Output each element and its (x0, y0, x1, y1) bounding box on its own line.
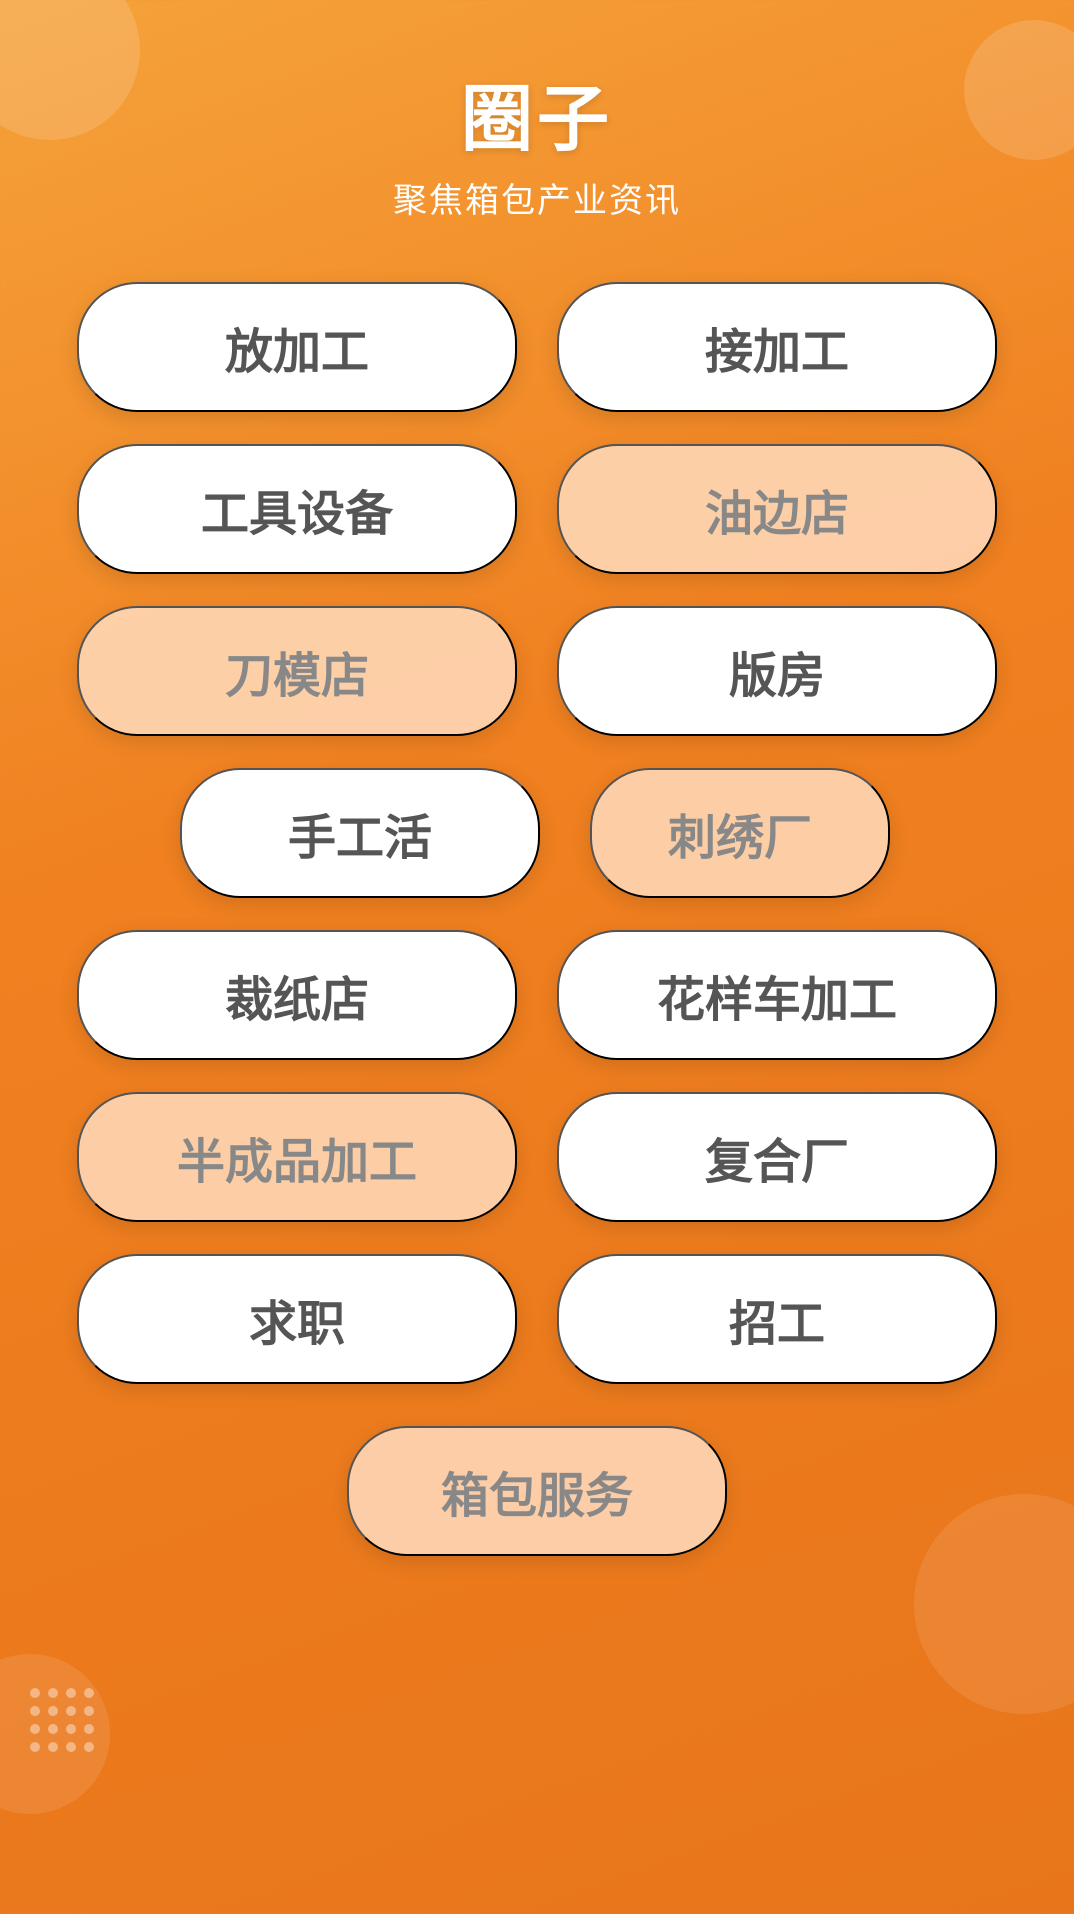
btn-cai-zhi-dian[interactable]: 裁纸店 (77, 930, 517, 1060)
header: 圈子 聚焦箱包产业资讯 (0, 0, 1074, 262)
btn-xiang-bao-fu-wu[interactable]: 箱包服务 (347, 1426, 727, 1556)
btn-ci-xiu-chang[interactable]: 刺绣厂 (590, 768, 890, 898)
btn-gong-ju-she-bei[interactable]: 工具设备 (77, 444, 517, 574)
button-row-4: 手工活 刺绣厂 (60, 768, 1014, 898)
deco-dots (30, 1688, 96, 1754)
button-row-8: 箱包服务 (60, 1426, 1014, 1556)
btn-qiu-zhi[interactable]: 求职 (77, 1254, 517, 1384)
button-row-6: 半成品加工 复合厂 (60, 1092, 1014, 1222)
buttons-area: 放加工 接加工 工具设备 油边店 刀模店 版房 手工活 刺绣厂 裁纸店 花样车加… (0, 262, 1074, 1556)
btn-shou-gong-huo[interactable]: 手工活 (180, 768, 540, 898)
btn-dao-mo-dian[interactable]: 刀模店 (77, 606, 517, 736)
btn-ban-cheng-pin-jia-gong[interactable]: 半成品加工 (77, 1092, 517, 1222)
app-subtitle: 聚焦箱包产业资讯 (0, 173, 1074, 222)
button-row-1: 放加工 接加工 (60, 282, 1014, 412)
btn-ban-fang[interactable]: 版房 (557, 606, 997, 736)
button-row-2: 工具设备 油边店 (60, 444, 1014, 574)
btn-fang-jia-gong[interactable]: 放加工 (77, 282, 517, 412)
app-title: 圈子 (0, 60, 1074, 165)
btn-fu-he-chang[interactable]: 复合厂 (557, 1092, 997, 1222)
btn-hua-yang-che-jia-gong[interactable]: 花样车加工 (557, 930, 997, 1060)
button-row-5: 裁纸店 花样车加工 (60, 930, 1014, 1060)
btn-jie-jia-gong[interactable]: 接加工 (557, 282, 997, 412)
button-row-7: 求职 招工 (60, 1254, 1014, 1384)
button-row-3: 刀模店 版房 (60, 606, 1014, 736)
btn-you-bian-dian[interactable]: 油边店 (557, 444, 997, 574)
btn-zhao-gong[interactable]: 招工 (557, 1254, 997, 1384)
